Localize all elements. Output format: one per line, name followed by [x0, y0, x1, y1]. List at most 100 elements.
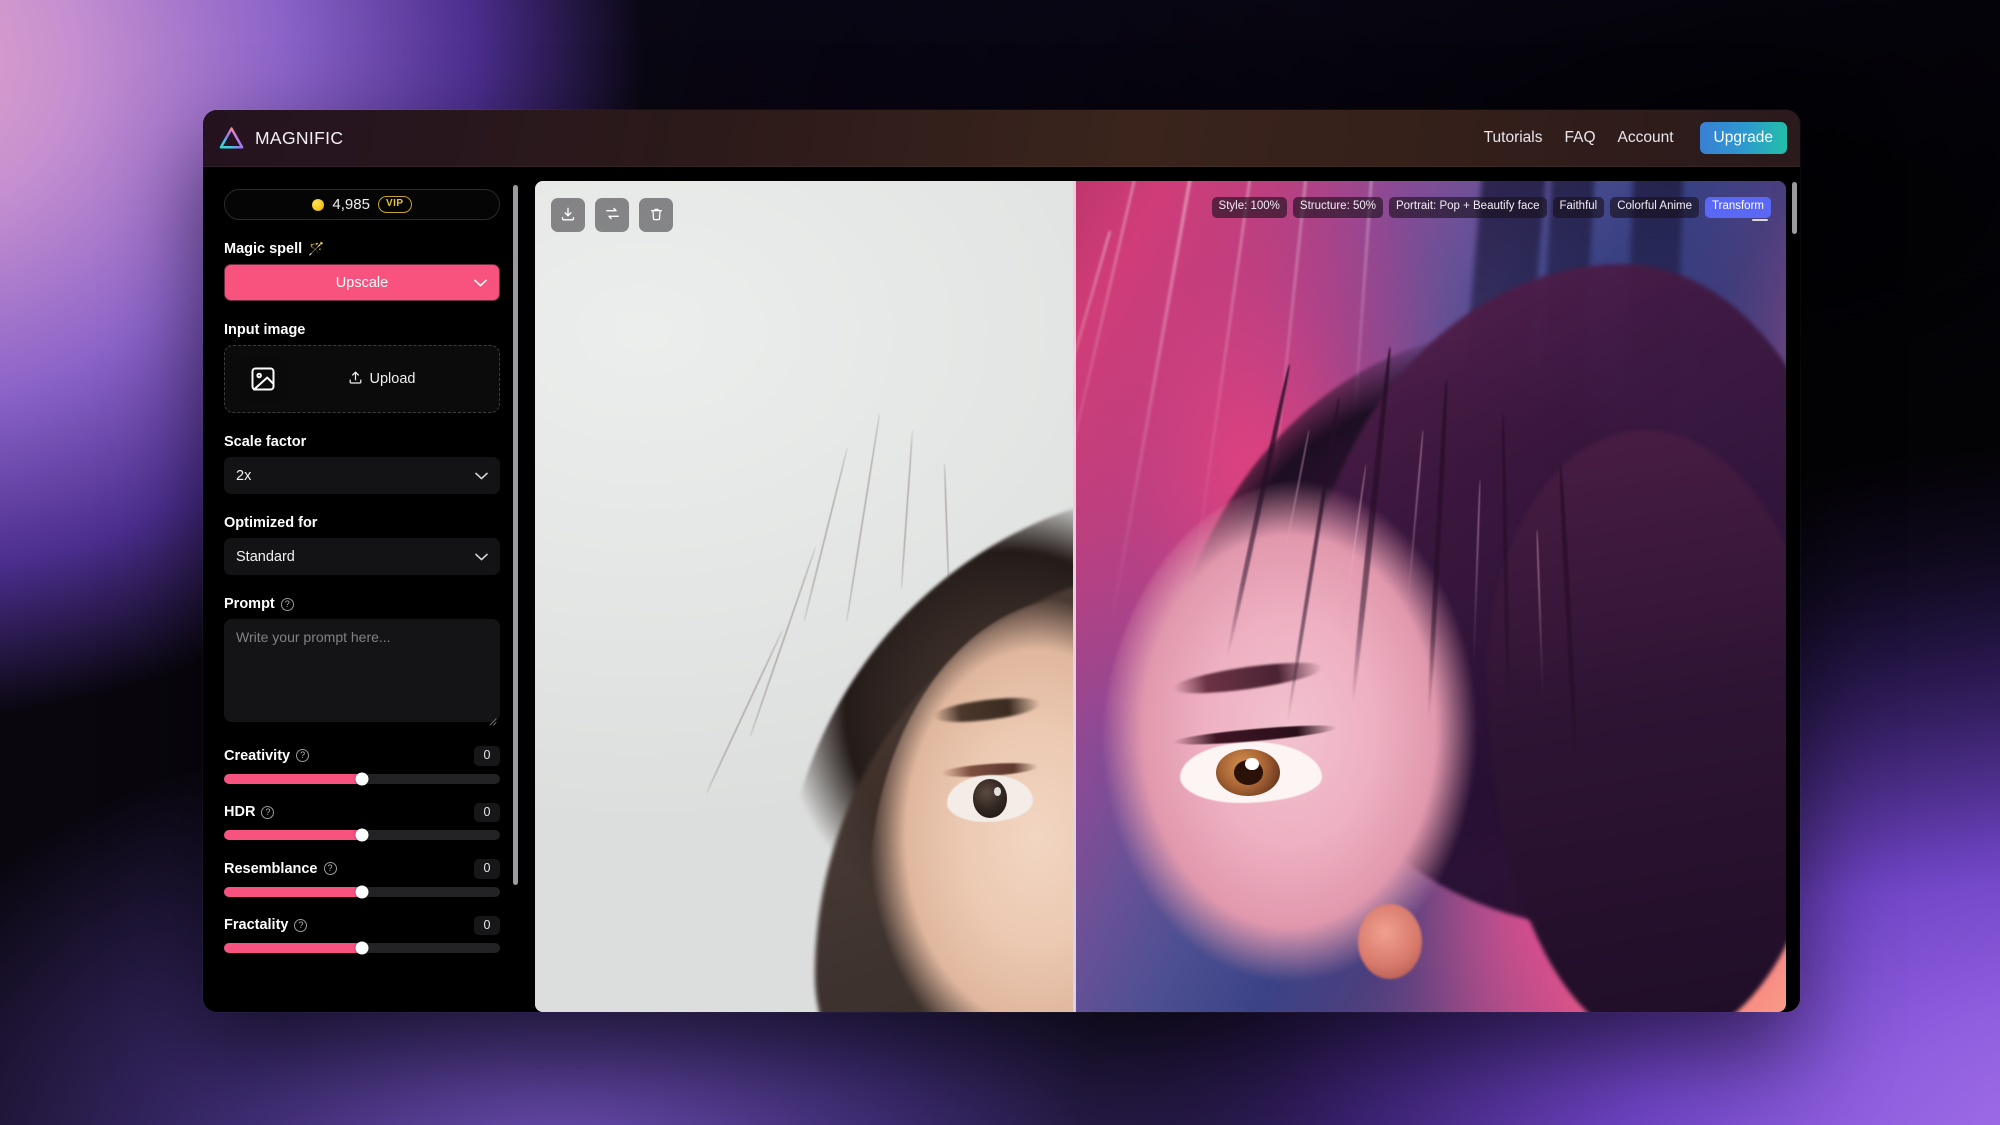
- anime-eye-glint: [1245, 758, 1259, 770]
- brand-name: MAGNIFIC: [255, 128, 343, 149]
- slider-track[interactable]: [224, 830, 500, 840]
- desktop-backdrop: MAGNIFIC Tutorials FAQ Account Upgrade 4…: [0, 0, 2000, 1125]
- slider-knob[interactable]: [356, 829, 369, 842]
- help-icon[interactable]: ?: [294, 919, 307, 932]
- compare-button[interactable]: [595, 198, 629, 232]
- slider-knob[interactable]: [356, 772, 369, 785]
- slider-fill: [224, 830, 362, 840]
- app-window: MAGNIFIC Tutorials FAQ Account Upgrade 4…: [203, 110, 1800, 1012]
- help-icon[interactable]: ?: [296, 749, 309, 762]
- slider-knob[interactable]: [356, 885, 369, 898]
- magnific-triangle-logo-icon: [219, 126, 244, 150]
- slider-hdr: HDR ? 0: [224, 803, 500, 841]
- download-button[interactable]: [551, 198, 585, 232]
- slider-track[interactable]: [224, 887, 500, 897]
- stylized-image: [1073, 181, 1786, 1012]
- slider-knob[interactable]: [356, 942, 369, 955]
- slider-fractality: Fractality ? 0: [224, 916, 500, 954]
- preset-badge-bar: Style: 100% Structure: 50% Portrait: Pop…: [1212, 197, 1771, 218]
- slider-track[interactable]: [224, 943, 500, 953]
- slider-resemblance: Resemblance ? 0: [224, 859, 500, 897]
- original-image: [535, 181, 1073, 1012]
- badge-portrait[interactable]: Portrait: Pop + Beautify face: [1389, 197, 1547, 218]
- anime-ear: [1358, 904, 1422, 979]
- image-viewer-panel: Style: 100% Structure: 50% Portrait: Pop…: [521, 167, 1800, 1012]
- magic-spell-label-text: Magic spell: [224, 241, 302, 257]
- badge-style[interactable]: Style: 100%: [1212, 197, 1287, 218]
- prompt-input[interactable]: [224, 619, 500, 722]
- app-body: 4,985 VIP Magic spell 🪄 Upscale Input im…: [203, 167, 1800, 1012]
- photo-iris: [973, 779, 1006, 817]
- slider-value: 0: [474, 746, 500, 766]
- scale-factor-label: Scale factor: [224, 434, 500, 450]
- nav-link-faq[interactable]: FAQ: [1565, 129, 1596, 147]
- scale-factor-select[interactable]: 2x: [224, 457, 500, 494]
- slider-header: HDR ? 0: [224, 803, 500, 823]
- slider-value: 0: [474, 803, 500, 823]
- slider-header: Fractality ? 0: [224, 916, 500, 936]
- slider-fill: [224, 887, 362, 897]
- optimized-for-value: Standard: [236, 549, 295, 565]
- chevron-down-icon: [475, 468, 488, 484]
- settings-sidebar: 4,985 VIP Magic spell 🪄 Upscale Input im…: [203, 167, 521, 1012]
- credits-amount: 4,985: [332, 196, 370, 213]
- slider-label-text: Creativity: [224, 748, 290, 764]
- vip-badge: VIP: [378, 196, 412, 213]
- badge-faithful[interactable]: Faithful: [1553, 197, 1605, 218]
- credits-pill[interactable]: 4,985 VIP: [224, 189, 500, 220]
- help-icon[interactable]: ?: [261, 806, 274, 819]
- chevron-down-icon: [475, 549, 488, 565]
- slider-header: Creativity ? 0: [224, 746, 500, 766]
- slider-label-text: HDR: [224, 804, 255, 820]
- slider-value: 0: [474, 859, 500, 879]
- delete-button[interactable]: [639, 198, 673, 232]
- swap-arrows-icon: [604, 205, 621, 225]
- upload-button[interactable]: Upload: [278, 370, 485, 389]
- slider-track[interactable]: [224, 774, 500, 784]
- magic-spell-label: Magic spell 🪄: [224, 241, 500, 257]
- magic-wand-icon: 🪄: [308, 241, 324, 257]
- trash-icon: [649, 206, 664, 225]
- input-image-label: Input image: [224, 322, 500, 338]
- viewer-scrollbar[interactable]: [1792, 182, 1797, 234]
- slider-label: Resemblance ?: [224, 861, 337, 877]
- nav-links: Tutorials FAQ Account Upgrade: [1484, 122, 1787, 155]
- slider-value: 0: [474, 916, 500, 936]
- comparison-canvas[interactable]: Style: 100% Structure: 50% Portrait: Pop…: [535, 181, 1786, 1012]
- slider-fill: [224, 774, 362, 784]
- help-icon[interactable]: ?: [281, 598, 294, 611]
- magic-spell-select[interactable]: Upscale: [224, 264, 500, 301]
- nav-link-account[interactable]: Account: [1618, 129, 1674, 147]
- viewer-toolbar: [551, 198, 673, 232]
- help-icon[interactable]: ?: [324, 862, 337, 875]
- coin-icon: [312, 199, 324, 211]
- prompt-label: Prompt ?: [224, 596, 500, 612]
- input-image-dropzone[interactable]: Upload: [224, 345, 500, 413]
- scale-factor-value: 2x: [236, 468, 251, 484]
- upload-icon: [348, 370, 363, 389]
- slider-header: Resemblance ? 0: [224, 859, 500, 879]
- badge-underline: [1752, 219, 1768, 221]
- optimized-for-select[interactable]: Standard: [224, 538, 500, 575]
- slider-label-text: Resemblance: [224, 861, 318, 877]
- upgrade-button[interactable]: Upgrade: [1700, 122, 1787, 155]
- optimized-for-label: Optimized for: [224, 515, 500, 531]
- nav-link-tutorials[interactable]: Tutorials: [1484, 129, 1543, 147]
- badge-structure[interactable]: Structure: 50%: [1293, 197, 1383, 218]
- brand[interactable]: MAGNIFIC: [219, 126, 343, 150]
- slider-fill: [224, 943, 362, 953]
- comparison-split-divider[interactable]: [1073, 181, 1076, 1012]
- chevron-down-icon: [474, 275, 487, 291]
- slider-label: HDR ?: [224, 804, 274, 820]
- download-icon: [560, 206, 576, 225]
- slider-creativity: Creativity ? 0: [224, 746, 500, 784]
- badge-transform[interactable]: Transform: [1705, 197, 1771, 218]
- top-navigation-bar: MAGNIFIC Tutorials FAQ Account Upgrade: [203, 110, 1800, 167]
- upload-label: Upload: [370, 371, 416, 387]
- sidebar-scrollbar[interactable]: [513, 185, 518, 885]
- slider-label: Creativity ?: [224, 748, 309, 764]
- anime-hair-side: [1487, 430, 1786, 1012]
- slider-label: Fractality ?: [224, 917, 307, 933]
- magic-spell-value: Upscale: [336, 275, 388, 291]
- badge-colorful-anime[interactable]: Colorful Anime: [1610, 197, 1699, 218]
